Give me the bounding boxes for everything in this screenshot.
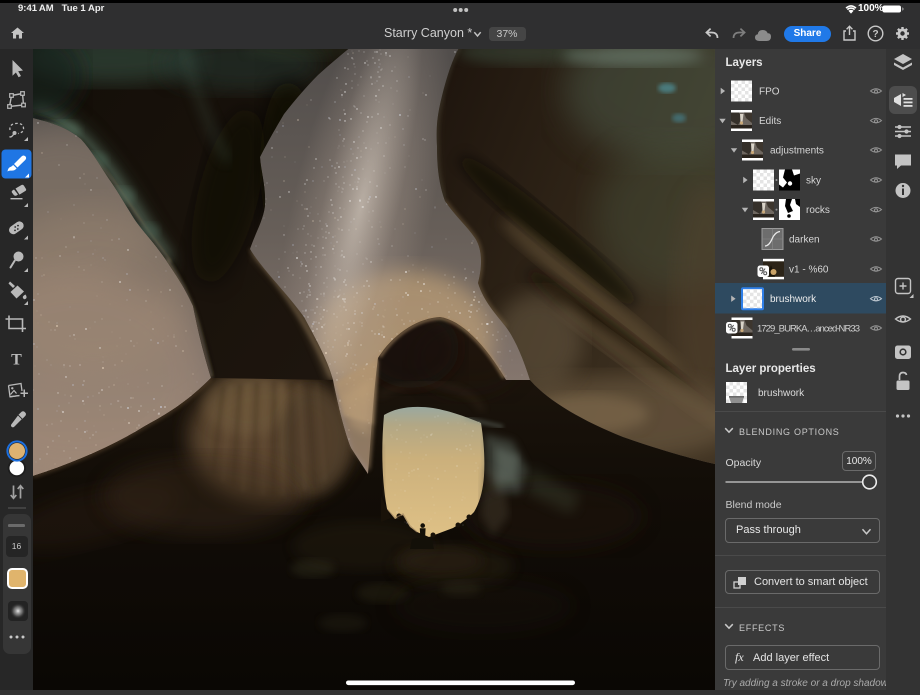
svg-text:sky: sky <box>806 176 821 187</box>
svg-text:?: ? <box>872 29 878 40</box>
svg-text:brushwork: brushwork <box>770 294 817 305</box>
svg-text:rocks: rocks <box>806 205 830 216</box>
svg-text:adjustments: adjustments <box>770 146 824 157</box>
svg-text:1729_BURKA…anced-NR33: 1729_BURKA…anced-NR33 <box>757 324 860 335</box>
svg-text:T: T <box>11 352 22 369</box>
svg-text:darken: darken <box>789 235 820 246</box>
svg-text:Edits: Edits <box>759 116 781 127</box>
svg-text:FPO: FPO <box>759 87 780 98</box>
svg-text:v1 - %60: v1 - %60 <box>789 265 829 276</box>
